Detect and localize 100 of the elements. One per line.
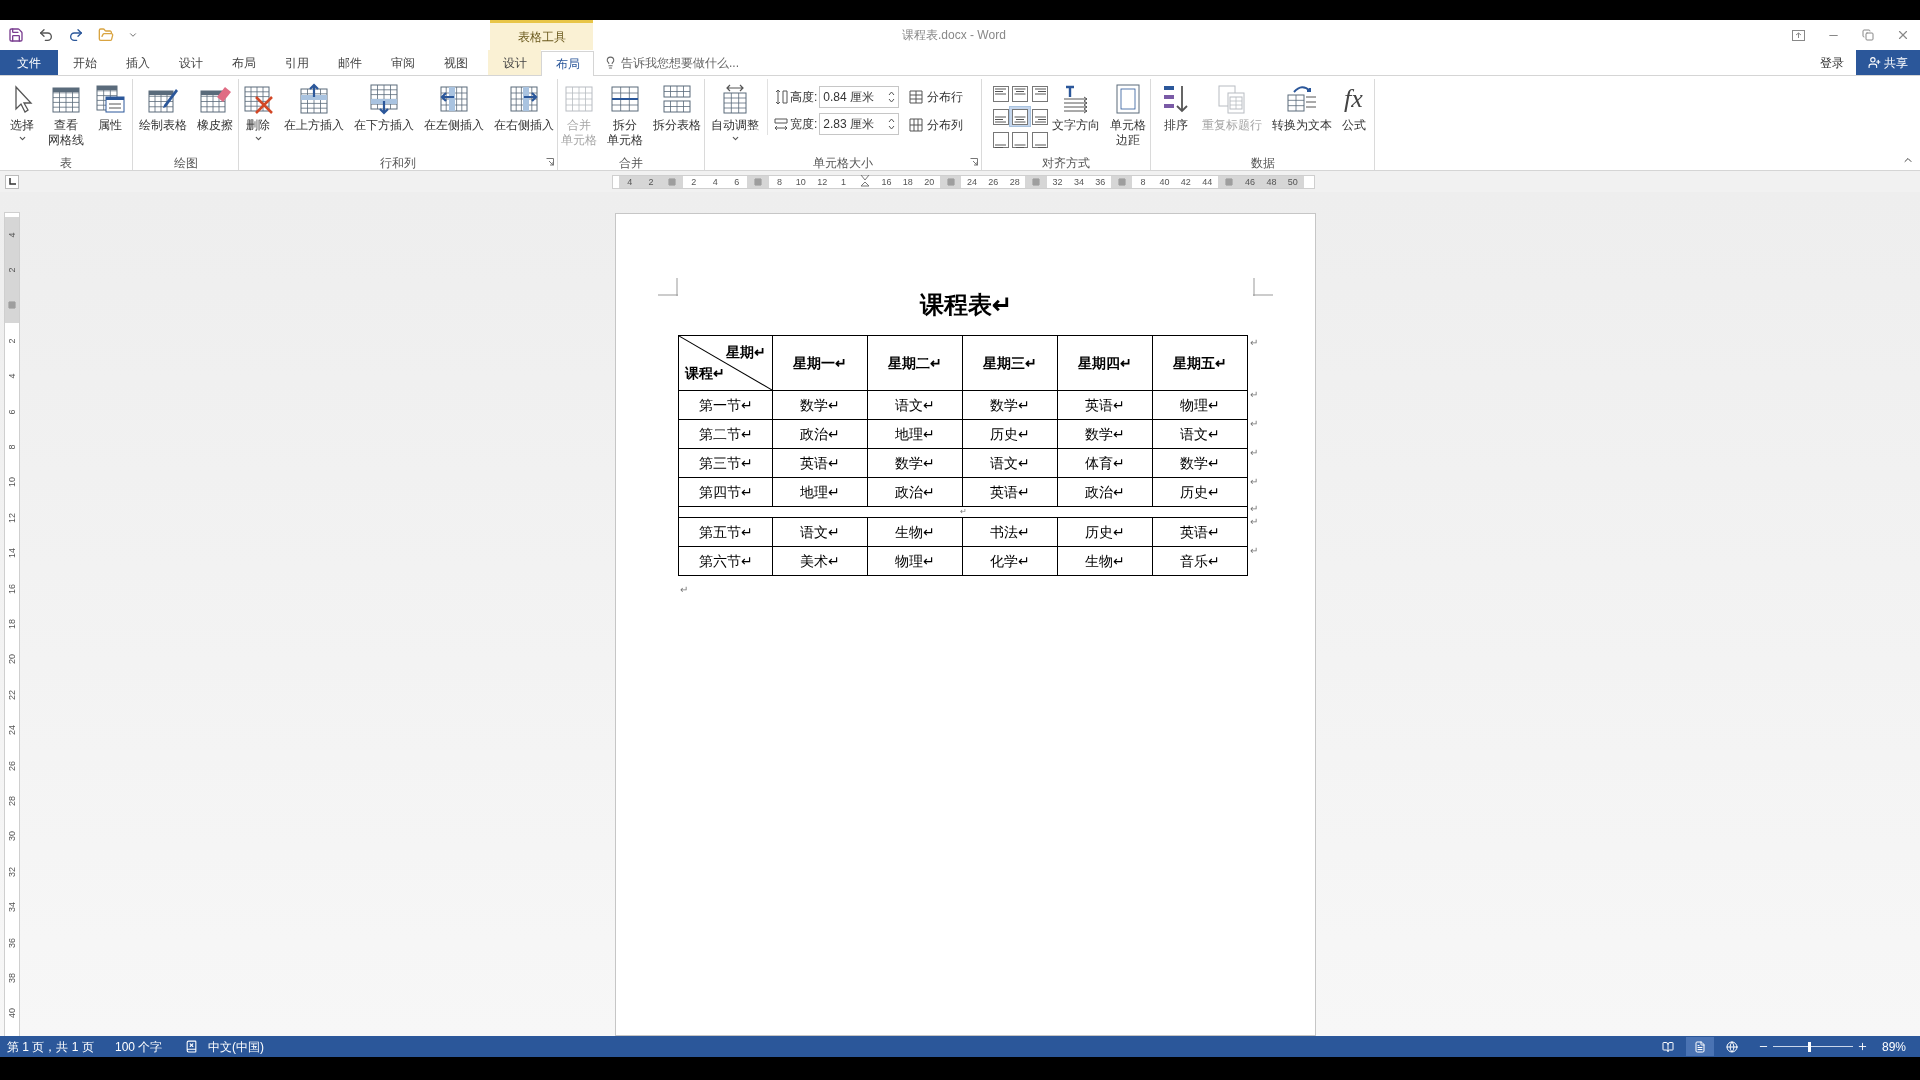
paragraph-mark: ↵ (1250, 476, 1258, 487)
distribute-rows-icon (909, 90, 924, 104)
align-button[interactable] (990, 83, 1012, 104)
table-cell: 历史↵ (1057, 517, 1153, 547)
group-label: 对齐方式 (1041, 155, 1091, 171)
sign-in-link[interactable]: 登录 (1808, 53, 1856, 72)
ribbon-tab[interactable]: 邮件 (323, 50, 376, 75)
ribbon-tab[interactable]: 开始 (58, 50, 111, 75)
dialog-launcher-icon[interactable] (970, 158, 978, 166)
ribbon-button[interactable]: 在下方插入 (350, 79, 418, 155)
table-cell: 数学↵ (1152, 448, 1248, 478)
table-cell: 物理↵ (867, 546, 963, 576)
align-button[interactable] (990, 129, 1012, 150)
indent-marker-icon[interactable] (860, 174, 870, 189)
column-marker-icon[interactable] (1224, 177, 1233, 186)
corner-mark (1253, 278, 1273, 296)
ribbon-button[interactable]: 自动调整 (707, 79, 763, 155)
zoom-slider[interactable] (1772, 1041, 1853, 1052)
ribbon-button[interactable]: 在上方插入 (280, 79, 348, 155)
ribbon-tab[interactable]: 视图 (429, 50, 482, 75)
align-button[interactable] (1009, 106, 1032, 127)
ruler-number: 10 (7, 477, 17, 488)
paragraph-mark: ↵ (1250, 503, 1258, 514)
restore-icon[interactable] (1862, 29, 1874, 41)
ribbon-tab[interactable]: 设计 (164, 50, 217, 75)
lightbulb-icon (604, 56, 617, 69)
tab-stop-icon (8, 177, 16, 186)
ribbon-button[interactable]: 文字方向 (1048, 79, 1104, 155)
ribbon-tab[interactable]: 插入 (111, 50, 164, 75)
folder-icon[interactable] (98, 27, 114, 43)
paragraph-mark: ↵ (1250, 337, 1258, 348)
ruler-number: 30 (7, 831, 17, 842)
column-marker-icon[interactable] (668, 177, 677, 186)
ribbon-tab[interactable]: 文件 (0, 50, 58, 75)
language-label[interactable]: 中文(中国) (208, 1037, 264, 1056)
insert-column-icon (508, 83, 540, 115)
table-cell: 语文↵ (772, 517, 868, 547)
distribute-button[interactable]: 分布行 (907, 87, 966, 107)
zoom-percent[interactable]: 89% (1881, 1037, 1906, 1056)
share-button[interactable]: 共享 (1856, 50, 1920, 75)
ribbon-button[interactable]: 在左侧插入 (420, 79, 488, 155)
column-marker-icon[interactable] (1117, 177, 1126, 186)
ribbon-button[interactable]: 绘制表格 (134, 79, 191, 155)
zoom-in-icon[interactable] (1856, 1041, 1868, 1052)
ribbon-button[interactable]: 拆分 单元格 (603, 79, 647, 155)
column-marker-icon[interactable] (754, 177, 763, 186)
paragraph-mark: ↵ (680, 584, 688, 595)
ribbon-button[interactable]: 拆分表格 (649, 79, 705, 155)
ribbon-button[interactable]: 橡皮擦 (192, 79, 237, 155)
header-cell: 星期二↵ (867, 335, 963, 391)
column-marker-icon[interactable] (946, 177, 955, 186)
spinner-icon[interactable] (888, 117, 896, 131)
spinner-icon[interactable] (888, 90, 896, 104)
word-count[interactable]: 100 个字 (115, 1037, 185, 1056)
ruler-number: 32 (7, 866, 17, 877)
proofing-icon[interactable] (185, 1040, 198, 1053)
ribbon-button[interactable]: 属性 (90, 79, 130, 155)
table-cell: 英语↵ (772, 448, 868, 478)
ruler-number: 20 (7, 654, 17, 665)
ruler-number: 48 (1260, 175, 1283, 188)
undo-icon[interactable] (38, 27, 54, 43)
ribbon-display-icon[interactable] (1792, 29, 1805, 41)
size-field[interactable]: 0.84 厘米 (819, 86, 900, 108)
ribbon-button[interactable]: 单元格 边距 (1106, 79, 1150, 155)
redo-icon[interactable] (68, 27, 84, 43)
zoom-thumb[interactable] (1807, 1041, 1811, 1052)
distribute-button[interactable]: 分布列 (907, 115, 966, 135)
header-cell: 星期三↵ (962, 335, 1058, 391)
tab-selector[interactable] (5, 174, 19, 189)
paragraph-mark: ↵ (1250, 389, 1258, 400)
customize-icon[interactable] (128, 30, 138, 40)
tell-me-field[interactable]: 告诉我您想要做什么... (621, 53, 821, 72)
ribbon-tab[interactable]: 布局 (217, 50, 270, 75)
print-layout-button[interactable] (1685, 1037, 1714, 1056)
ribbon-tab[interactable]: 引用 (270, 50, 323, 75)
ribbon-button[interactable]: 删除 (238, 79, 278, 155)
ruler-number: 34 (7, 902, 17, 913)
header-cell: 星期一↵ (772, 335, 868, 391)
size-field[interactable]: 2.83 厘米 (819, 113, 900, 135)
align-button[interactable] (990, 106, 1012, 127)
table-cell: 第三节↵ (678, 448, 773, 478)
row-height-icon (774, 89, 788, 105)
page-count[interactable]: 第 1 页，共 1 页 (0, 1037, 115, 1056)
ribbon-button[interactable]: fx 公式 (1337, 79, 1370, 155)
column-marker-icon[interactable] (1032, 177, 1041, 186)
save-icon[interactable] (8, 27, 24, 43)
window-title: 课程表.docx - Word (902, 27, 1006, 44)
ribbon-button[interactable]: 在右侧插入 (490, 79, 558, 155)
close-icon[interactable] (1896, 28, 1910, 42)
ribbon-tab[interactable]: 布局 (541, 51, 594, 76)
row-marker-icon[interactable] (8, 301, 16, 310)
ruler-number: 4 (7, 373, 17, 379)
ribbon-tab[interactable]: 设计 (488, 50, 541, 75)
ribbon-button[interactable]: 查看 网格线 (44, 79, 88, 155)
ribbon-button[interactable]: 转换为文本 (1267, 79, 1336, 155)
ribbon-tab[interactable]: 审阅 (376, 50, 429, 75)
ribbon-button[interactable]: 排序 (1155, 79, 1196, 155)
split-table-icon (661, 83, 693, 115)
ribbon-button[interactable]: 选择 (2, 79, 42, 155)
dialog-launcher-icon[interactable] (546, 158, 554, 166)
